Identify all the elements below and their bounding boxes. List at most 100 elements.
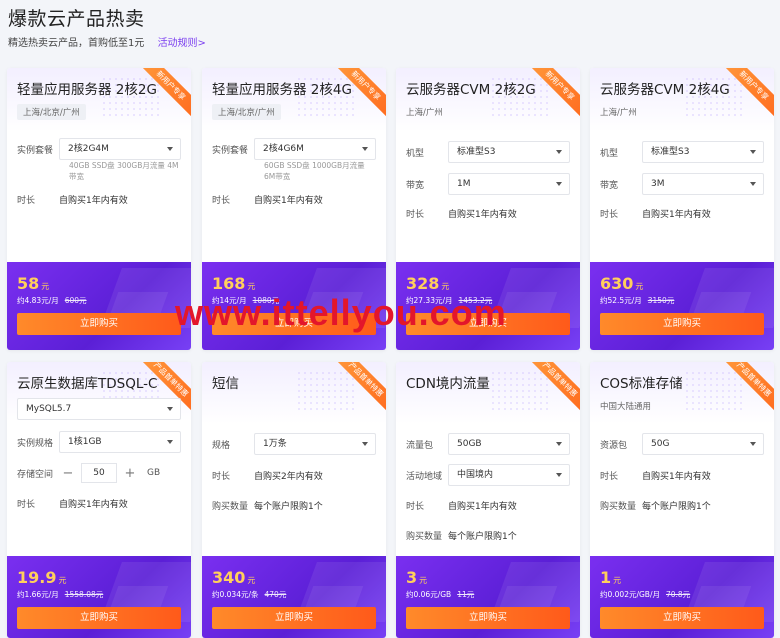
instance-type-select[interactable]: 标准型S3: [448, 141, 570, 163]
buy-button[interactable]: 立即购买: [212, 607, 376, 629]
card-header: 轻量应用服务器 2核2G 上海/北京/广州 新用户专享: [7, 68, 191, 132]
quantity-value: 每个账户限购1个: [448, 531, 517, 542]
area-select[interactable]: 中国境内: [448, 464, 570, 486]
increment-button[interactable]: +: [121, 466, 139, 481]
chevron-down-icon: [362, 147, 368, 151]
spec-select[interactable]: 1万条: [254, 433, 376, 455]
plan-row: 实例套餐 2核2G4M: [17, 136, 181, 162]
package-value: 50GB: [457, 439, 482, 449]
chevron-down-icon: [167, 440, 173, 444]
duration-value: 自购买1年内有效: [59, 499, 128, 510]
plan-value: 2核2G4M: [68, 144, 109, 154]
bandwidth-label: 带宽: [600, 180, 619, 191]
product-card-sms: 短信 产品首单特惠 规格 1万条 时长 自购买2年内有效 购买数量 每个账户限购…: [202, 362, 386, 638]
bandwidth-value: 3M: [651, 179, 665, 189]
plan-select[interactable]: 2核2G4M: [59, 138, 181, 160]
product-card-lighthouse-2c4g: 轻量应用服务器 2核4G 上海/北京/广州 新用户专享 实例套餐 2核4G6M …: [202, 68, 386, 350]
price-unit: 元: [441, 282, 450, 291]
rules-link[interactable]: 活动规则>: [158, 38, 206, 49]
bandwidth-value: 1M: [457, 179, 471, 189]
quantity-row: 购买数量 每个账户限购1个: [600, 490, 764, 520]
region-tag: 上海/广州: [406, 108, 443, 118]
buy-button[interactable]: 立即购买: [17, 607, 181, 629]
bandwidth-label: 带宽: [406, 180, 425, 191]
price-unit: 元: [247, 576, 256, 585]
chevron-down-icon: [362, 442, 368, 446]
price: 630 元: [600, 274, 764, 293]
product-card-tdsql-c: 云原生数据库TDSQL-C 产品首单特惠 MySQL5.7 实例规格 1核1GB…: [7, 362, 191, 638]
buy-button[interactable]: 立即购买: [406, 607, 570, 629]
price-panel: 630 元 约52.5元/月 3150元 立即购买: [590, 262, 774, 350]
duration-value: 自购买1年内有效: [448, 209, 517, 220]
engine-select[interactable]: MySQL5.7: [17, 398, 181, 420]
price: 3元: [406, 568, 570, 587]
buy-button[interactable]: 立即购买: [600, 607, 764, 629]
price-unit: 元: [419, 576, 428, 585]
buy-button[interactable]: 立即购买: [212, 313, 376, 335]
duration-row: 时长 自购买1年内有效: [17, 186, 181, 212]
plan-label: 实例套餐: [17, 145, 54, 156]
duration-label: 时长: [406, 209, 425, 220]
original-price: 600元: [64, 296, 87, 305]
decrement-button[interactable]: −: [59, 466, 77, 481]
price: 1元: [600, 568, 764, 587]
duration-value: 自购买1年内有效: [59, 195, 128, 206]
price-detail: 约0.034元/条 470元: [212, 589, 376, 600]
price-detail: 约14元/月 1080元: [212, 295, 376, 306]
quantity-label: 购买数量: [212, 501, 249, 512]
storage-row: 存储空间 − 50 + GB: [17, 458, 181, 488]
price-value: 3: [406, 568, 418, 587]
price-per-unit: 约27.33元/月: [406, 296, 453, 305]
price-panel: 168 元 约14元/月 1080元 立即购买: [202, 262, 386, 350]
instance-type-select[interactable]: 标准型S3: [642, 141, 764, 163]
duration-value: 自购买1年内有效: [642, 471, 711, 482]
quantity-label: 购买数量: [600, 501, 637, 512]
area-value: 中国境内: [457, 470, 494, 480]
buy-button[interactable]: 立即购买: [406, 313, 570, 335]
page-subtitle: 精选热卖云产品，首购低至1元 活动规则>: [8, 34, 206, 49]
spec-select[interactable]: 1核1GB: [59, 431, 181, 453]
price-value: 630: [600, 274, 634, 293]
storage-input[interactable]: 50: [81, 463, 117, 483]
chevron-down-icon: [556, 150, 562, 154]
duration-row: 时长 自购买1年内有效: [406, 490, 570, 520]
price-per-unit: 约52.5元/月: [600, 296, 642, 305]
price-per-unit: 约14元/月: [212, 296, 247, 305]
card-header: CDN境内流量 产品首单特惠: [396, 362, 580, 424]
package-select[interactable]: 50GB: [448, 433, 570, 455]
bandwidth-row: 带宽 1M: [406, 168, 570, 200]
area-label: 活动地域: [406, 471, 443, 482]
bandwidth-select[interactable]: 3M: [642, 173, 764, 195]
package-select[interactable]: 50G: [642, 433, 764, 455]
engine-value: MySQL5.7: [26, 404, 72, 414]
plan-select[interactable]: 2核4G6M: [254, 138, 376, 160]
price-detail: 约52.5元/月 3150元: [600, 295, 764, 306]
price-value: 19.9: [17, 568, 57, 587]
spec-label: 实例规格: [17, 438, 54, 449]
price-detail: 约27.33元/月 1453.2元: [406, 295, 570, 306]
duration-row: 时长 自购买1年内有效: [406, 200, 570, 226]
duration-label: 时长: [17, 499, 36, 510]
price-detail: 约4.83元/月 600元: [17, 295, 181, 306]
region-tag: 上海/广州: [600, 108, 637, 118]
price-unit: 元: [247, 282, 256, 291]
duration-row: 时长 自购买1年内有效: [17, 488, 181, 518]
storage-stepper: − 50 + GB: [59, 463, 160, 483]
buy-button[interactable]: 立即购买: [600, 313, 764, 335]
plan-value: 2核4G6M: [263, 144, 304, 154]
card-header: COS标准存储 中国大陆通用 产品首单特惠: [590, 362, 774, 424]
price-detail: 约0.002元/GB/月 70.8元: [600, 589, 764, 600]
page-title: 爆款云产品热卖: [8, 8, 145, 30]
chevron-down-icon: [750, 182, 756, 186]
package-row: 资源包 50G: [600, 428, 764, 460]
card-header: 轻量应用服务器 2核4G 上海/北京/广州 新用户专享: [202, 68, 386, 132]
buy-button[interactable]: 立即购买: [17, 313, 181, 335]
package-value: 50G: [651, 439, 670, 449]
instance-type-value: 标准型S3: [457, 147, 496, 157]
duration-label: 时长: [600, 209, 619, 220]
price-detail: 约0.06元/GB 11元: [406, 589, 570, 600]
bandwidth-select[interactable]: 1M: [448, 173, 570, 195]
duration-label: 时长: [212, 471, 231, 482]
spec-value: 1万条: [263, 439, 287, 449]
price-per-unit: 约0.034元/条: [212, 590, 259, 599]
